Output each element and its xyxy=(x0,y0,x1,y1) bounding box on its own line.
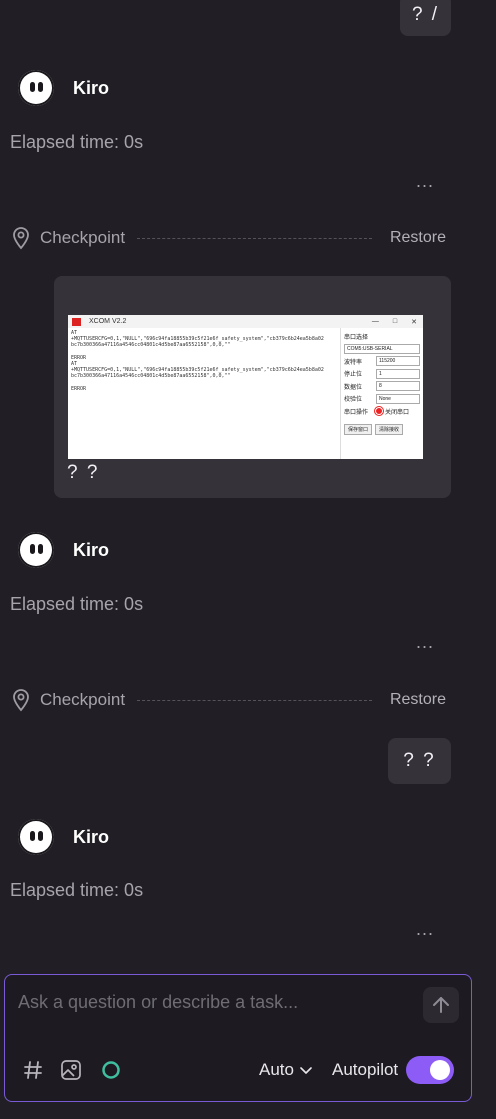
image-icon[interactable] xyxy=(60,1059,82,1081)
serial-log: AT +MQTTUSERCFG=0,1,"NULL","696c94fa1885… xyxy=(68,328,341,459)
arrow-up-icon xyxy=(433,997,449,1013)
stop-bits-label: 停止位 xyxy=(344,372,363,379)
kiro-avatar xyxy=(18,819,54,855)
elapsed-time: Elapsed time: 0s xyxy=(10,594,144,614)
port-select: COM5:USB-SERIAL xyxy=(344,343,420,354)
map-pin-icon xyxy=(10,687,32,713)
map-pin-icon xyxy=(10,225,32,251)
user-message-text: ? ? xyxy=(403,750,436,771)
assistant-name: Kiro xyxy=(73,539,109,560)
checkpoint-divider xyxy=(137,699,372,701)
parity-label: 校验位 xyxy=(344,397,363,404)
window-buttons: — □ ✕ xyxy=(372,318,423,326)
spinner-icon xyxy=(100,1059,122,1081)
stop-bits-select: 1 xyxy=(376,368,420,379)
elapsed-time: Elapsed time: 0s xyxy=(10,132,144,152)
save-window-button: 保存窗口 xyxy=(344,423,373,435)
restore-button[interactable]: Restore xyxy=(390,229,446,247)
status-dot-icon xyxy=(376,408,382,415)
data-bits-label: 数据位 xyxy=(344,384,363,391)
elapsed-time: Elapsed time: 0s xyxy=(10,880,144,900)
checkpoint-label: Checkpoint xyxy=(40,228,126,247)
toggle-knob xyxy=(430,1060,450,1080)
clear-receive-button: 清除接收 xyxy=(375,423,404,435)
assistant-name: Kiro xyxy=(73,826,109,847)
close-port-button: 关闭串口 xyxy=(385,409,410,416)
send-button[interactable] xyxy=(423,987,459,1023)
checkpoint-row: Checkpoint Restore xyxy=(10,224,446,252)
hash-icon[interactable] xyxy=(22,1059,44,1081)
autopilot-toggle[interactable] xyxy=(406,1056,454,1084)
xcom-logo-icon xyxy=(72,317,81,326)
checkpoint-label: Checkpoint xyxy=(40,690,126,709)
port-op-label: 串口操作 xyxy=(344,409,369,416)
more-options-button[interactable]: ... xyxy=(416,920,434,938)
baud-label: 波特率 xyxy=(344,359,363,366)
chat-composer: Ask a question or describe a task... Aut… xyxy=(4,974,472,1102)
user-message: ? ? xyxy=(388,738,451,784)
screenshot-window-title: XCOM V2.2 xyxy=(89,318,127,325)
screenshot-titlebar: XCOM V2.2 — □ ✕ xyxy=(68,315,423,328)
assistant-name: Kiro xyxy=(73,77,109,98)
kiro-avatar xyxy=(18,70,54,106)
minimize-icon: — xyxy=(371,317,379,325)
kiro-avatar xyxy=(18,532,54,568)
mode-select[interactable]: Auto xyxy=(259,1059,312,1081)
user-message-text: ? ? xyxy=(67,462,100,483)
assistant-header: Kiro xyxy=(18,530,109,570)
chat-panel: ? / Kiro Elapsed time: 0s ... Checkpoint… xyxy=(0,0,496,1119)
data-bits-select: 8 xyxy=(376,381,420,392)
more-options-button[interactable]: ... xyxy=(416,633,434,651)
user-image-message: XCOM V2.2 — □ ✕ AT +MQTTUSERCFG=0,1,"NUL… xyxy=(54,276,451,498)
baud-select: 115200 xyxy=(376,356,420,367)
autopilot-label: Autopilot xyxy=(332,1060,399,1079)
parity-select: None xyxy=(376,393,420,404)
mode-select-label: Auto xyxy=(259,1060,294,1079)
user-message-text: ? / xyxy=(411,4,440,25)
port-select-label: 串口选择 xyxy=(344,334,369,341)
serial-settings: 串口选择 COM5:USB-SERIAL 波特率 115200 停止位 1 数据位 8… xyxy=(341,328,423,459)
user-message: ? / xyxy=(400,0,451,36)
attached-screenshot[interactable]: XCOM V2.2 — □ ✕ AT +MQTTUSERCFG=0,1,"NUL… xyxy=(68,315,423,459)
assistant-header: Kiro xyxy=(18,817,109,857)
chevron-down-icon xyxy=(300,1060,312,1080)
maximize-icon: □ xyxy=(392,317,398,325)
checkpoint-row: Checkpoint Restore xyxy=(10,686,446,714)
assistant-header: Kiro xyxy=(18,68,109,108)
close-icon: ✕ xyxy=(411,318,417,326)
checkpoint-divider xyxy=(137,237,372,239)
chat-input[interactable]: Ask a question or describe a task... xyxy=(18,992,298,1013)
more-options-button[interactable]: ... xyxy=(416,172,434,190)
restore-button[interactable]: Restore xyxy=(390,691,446,709)
